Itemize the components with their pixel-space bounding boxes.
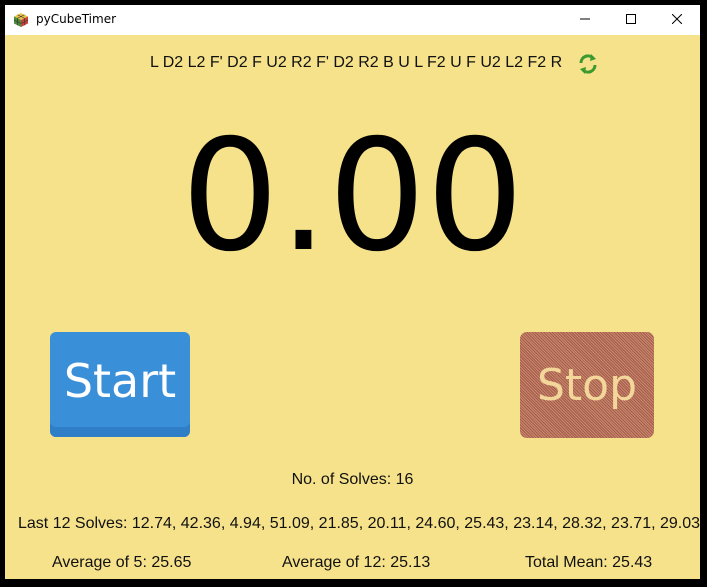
refresh-icon [579, 54, 597, 74]
timer-display: 0.00 [181, 107, 524, 286]
last-12-solves: Last 12 Solves: 12.74, 42.36, 4.94, 51.0… [18, 515, 701, 532]
close-button[interactable] [654, 5, 700, 35]
title-bar: pyCubeTimer [5, 5, 700, 35]
average-of-5: Average of 5: 25.65 [52, 554, 192, 571]
solves-count: No. of Solves: 16 [291, 471, 414, 488]
maximize-icon [626, 11, 636, 29]
scramble-text: L D2 L2 F' D2 F U2 R2 F' D2 R2 B U L F2 … [150, 54, 563, 71]
maximize-button[interactable] [608, 5, 654, 35]
close-icon [671, 11, 683, 29]
app-window: pyCubeTimer L D2 L2 F' D2 F U2 R2 F' D2 … [5, 5, 700, 579]
stop-button[interactable]: Stop [520, 332, 654, 438]
refresh-scramble-button[interactable] [577, 53, 599, 75]
minimize-icon [580, 11, 590, 29]
window-title: pyCubeTimer [36, 12, 117, 26]
rubiks-cube-icon [13, 12, 29, 28]
minimize-button[interactable] [562, 5, 608, 35]
average-of-12: Average of 12: 25.13 [282, 554, 431, 571]
total-mean: Total Mean: 25.43 [525, 554, 653, 571]
start-button[interactable]: Start [50, 332, 190, 437]
